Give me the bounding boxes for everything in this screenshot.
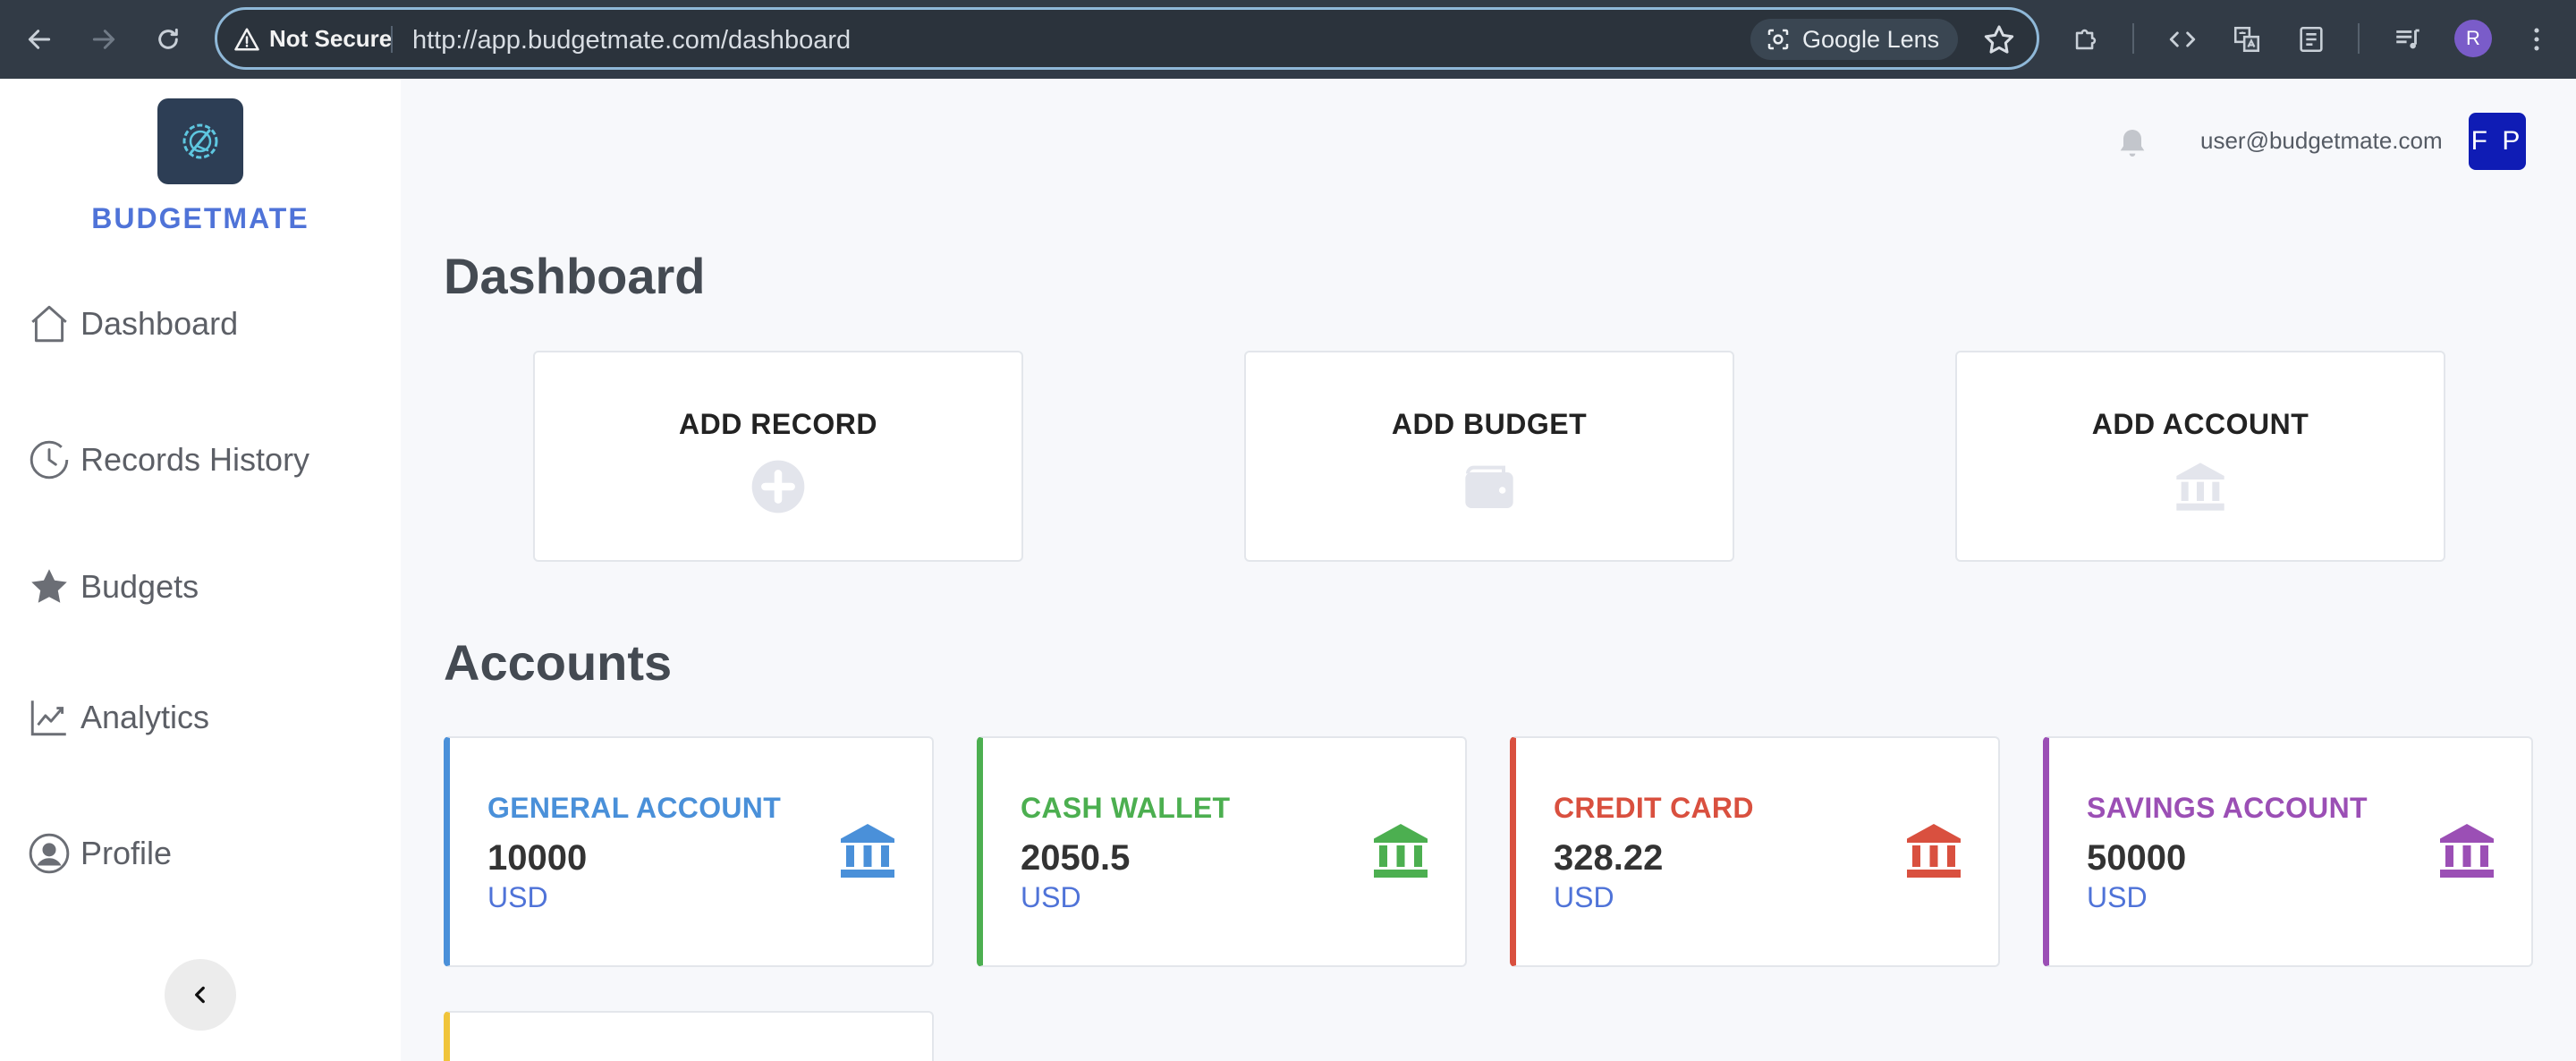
reading-mode-button[interactable]: [2290, 18, 2333, 61]
sidebar-item-budgets[interactable]: Budgets: [27, 558, 199, 615]
devtools-button[interactable]: [2161, 18, 2204, 61]
action-label: ADD BUDGET: [1391, 408, 1588, 440]
bank-icon: [2440, 824, 2494, 878]
sidebar-item-label: Budgets: [80, 568, 199, 605]
account-currency: USD: [1021, 881, 1081, 913]
bell-icon[interactable]: [2114, 125, 2150, 161]
sidebar-item-label: Analytics: [80, 699, 210, 735]
toolbar-divider: [2132, 23, 2134, 54]
chart-line-icon: [30, 700, 66, 736]
bookmark-star-icon[interactable]: [1981, 22, 2017, 58]
browser-toolbar: Not Secure http://app.budgetmate.com/das…: [0, 0, 2576, 79]
chevron-left-icon: [195, 986, 205, 1004]
sidebar-item-records-history[interactable]: Records History: [27, 431, 309, 488]
translate-icon: [2233, 26, 2260, 53]
omnibox-divider: [391, 26, 393, 53]
queue-music-icon: [2396, 29, 2419, 49]
reload-button[interactable]: [147, 18, 190, 61]
warning-icon: [234, 28, 259, 50]
account-name: SAVINGS ACCOUNT: [2087, 792, 2368, 824]
forward-button[interactable]: [82, 18, 125, 61]
sidebar-item-profile[interactable]: Profile: [27, 825, 172, 882]
add-budget-card[interactable]: ADD BUDGET: [1244, 351, 1734, 562]
collapse-sidebar-button[interactable]: [165, 959, 236, 1031]
sidebar-item-analytics[interactable]: Analytics: [27, 689, 209, 746]
media-button[interactable]: [2386, 18, 2429, 61]
bank-icon: [841, 824, 894, 878]
browser-profile-avatar[interactable]: R: [2454, 20, 2492, 57]
lens-label: Google Lens: [1802, 25, 1940, 53]
account-card-cash-wallet[interactable]: CASH WALLET 2050.5 USD: [977, 736, 1467, 967]
star-icon: [31, 569, 67, 603]
more-vertical-icon: [2534, 28, 2539, 51]
arrow-left-icon: [28, 30, 51, 49]
wallet-icon: [1465, 465, 1513, 508]
bank-icon: [2176, 463, 2224, 511]
extensions-button[interactable]: [2064, 18, 2107, 61]
address-bar[interactable]: Not Secure http://app.budgetmate.com/das…: [215, 7, 2039, 70]
account-card-partial[interactable]: [444, 1011, 934, 1061]
account-name: CREDIT CARD: [1554, 792, 1754, 824]
url-text[interactable]: http://app.budgetmate.com/dashboard: [412, 26, 851, 55]
sidebar-item-label: Profile: [80, 835, 173, 871]
account-currency: USD: [2087, 881, 2148, 913]
account-balance: 2050.5: [1021, 838, 1131, 878]
account-name: CASH WALLET: [1021, 792, 1231, 824]
action-label: ADD ACCOUNT: [2091, 408, 2309, 440]
sidebar-item-label: Records History: [80, 441, 310, 478]
user-circle-icon: [29, 833, 70, 874]
bank-icon: [1907, 824, 1961, 878]
account-balance: 50000: [2087, 838, 2187, 878]
page-title: Dashboard: [444, 248, 706, 304]
account-card-credit-card[interactable]: CREDIT CARD 328.22 USD: [1510, 736, 2000, 967]
code-icon: [2169, 31, 2196, 47]
home-icon: [31, 305, 67, 343]
user-avatar[interactable]: F P: [2469, 113, 2526, 170]
account-card-general[interactable]: GENERAL ACCOUNT 10000 USD: [444, 736, 934, 967]
account-card-savings[interactable]: SAVINGS ACCOUNT 50000 USD: [2043, 736, 2533, 967]
security-label: Not Secure: [269, 25, 393, 52]
budgetmate-logo-icon: [182, 123, 218, 159]
back-button[interactable]: [18, 18, 61, 61]
toolbar-divider: [2358, 23, 2360, 54]
reader-icon: [2300, 26, 2323, 53]
main-content: user@budgetmate.com F P Dashboard ADD RE…: [401, 79, 2576, 1061]
account-balance: 10000: [487, 838, 588, 878]
app-logo[interactable]: [157, 98, 243, 184]
add-record-card[interactable]: ADD RECORD: [533, 351, 1023, 562]
action-label: ADD RECORD: [679, 408, 877, 440]
plus-circle-icon: [751, 460, 805, 514]
user-email: user@budgetmate.com: [2200, 127, 2443, 154]
arrow-right-icon: [92, 30, 115, 49]
add-account-card[interactable]: ADD ACCOUNT: [1955, 351, 2445, 562]
translate-button[interactable]: [2225, 18, 2268, 61]
account-currency: USD: [1554, 881, 1614, 913]
puzzle-icon: [2075, 29, 2097, 50]
sidebar-item-dashboard[interactable]: Dashboard: [27, 295, 238, 352]
accounts-section-title: Accounts: [444, 634, 673, 691]
browser-menu-button[interactable]: [2515, 18, 2558, 61]
account-balance: 328.22: [1554, 838, 1664, 878]
sidebar-item-label: Dashboard: [80, 305, 239, 342]
clock-icon: [30, 440, 69, 480]
reload-icon: [158, 28, 178, 49]
account-name: GENERAL ACCOUNT: [487, 792, 782, 824]
sidebar: BUDGETMATE Dashboard Records History Bud…: [0, 79, 401, 1061]
security-indicator[interactable]: Not Secure: [233, 25, 392, 53]
lens-icon: [1767, 29, 1789, 50]
bank-icon: [1374, 824, 1428, 878]
brand-name: BUDGETMATE: [91, 202, 309, 234]
google-lens-button[interactable]: Google Lens: [1750, 19, 1958, 60]
account-currency: USD: [487, 881, 548, 913]
